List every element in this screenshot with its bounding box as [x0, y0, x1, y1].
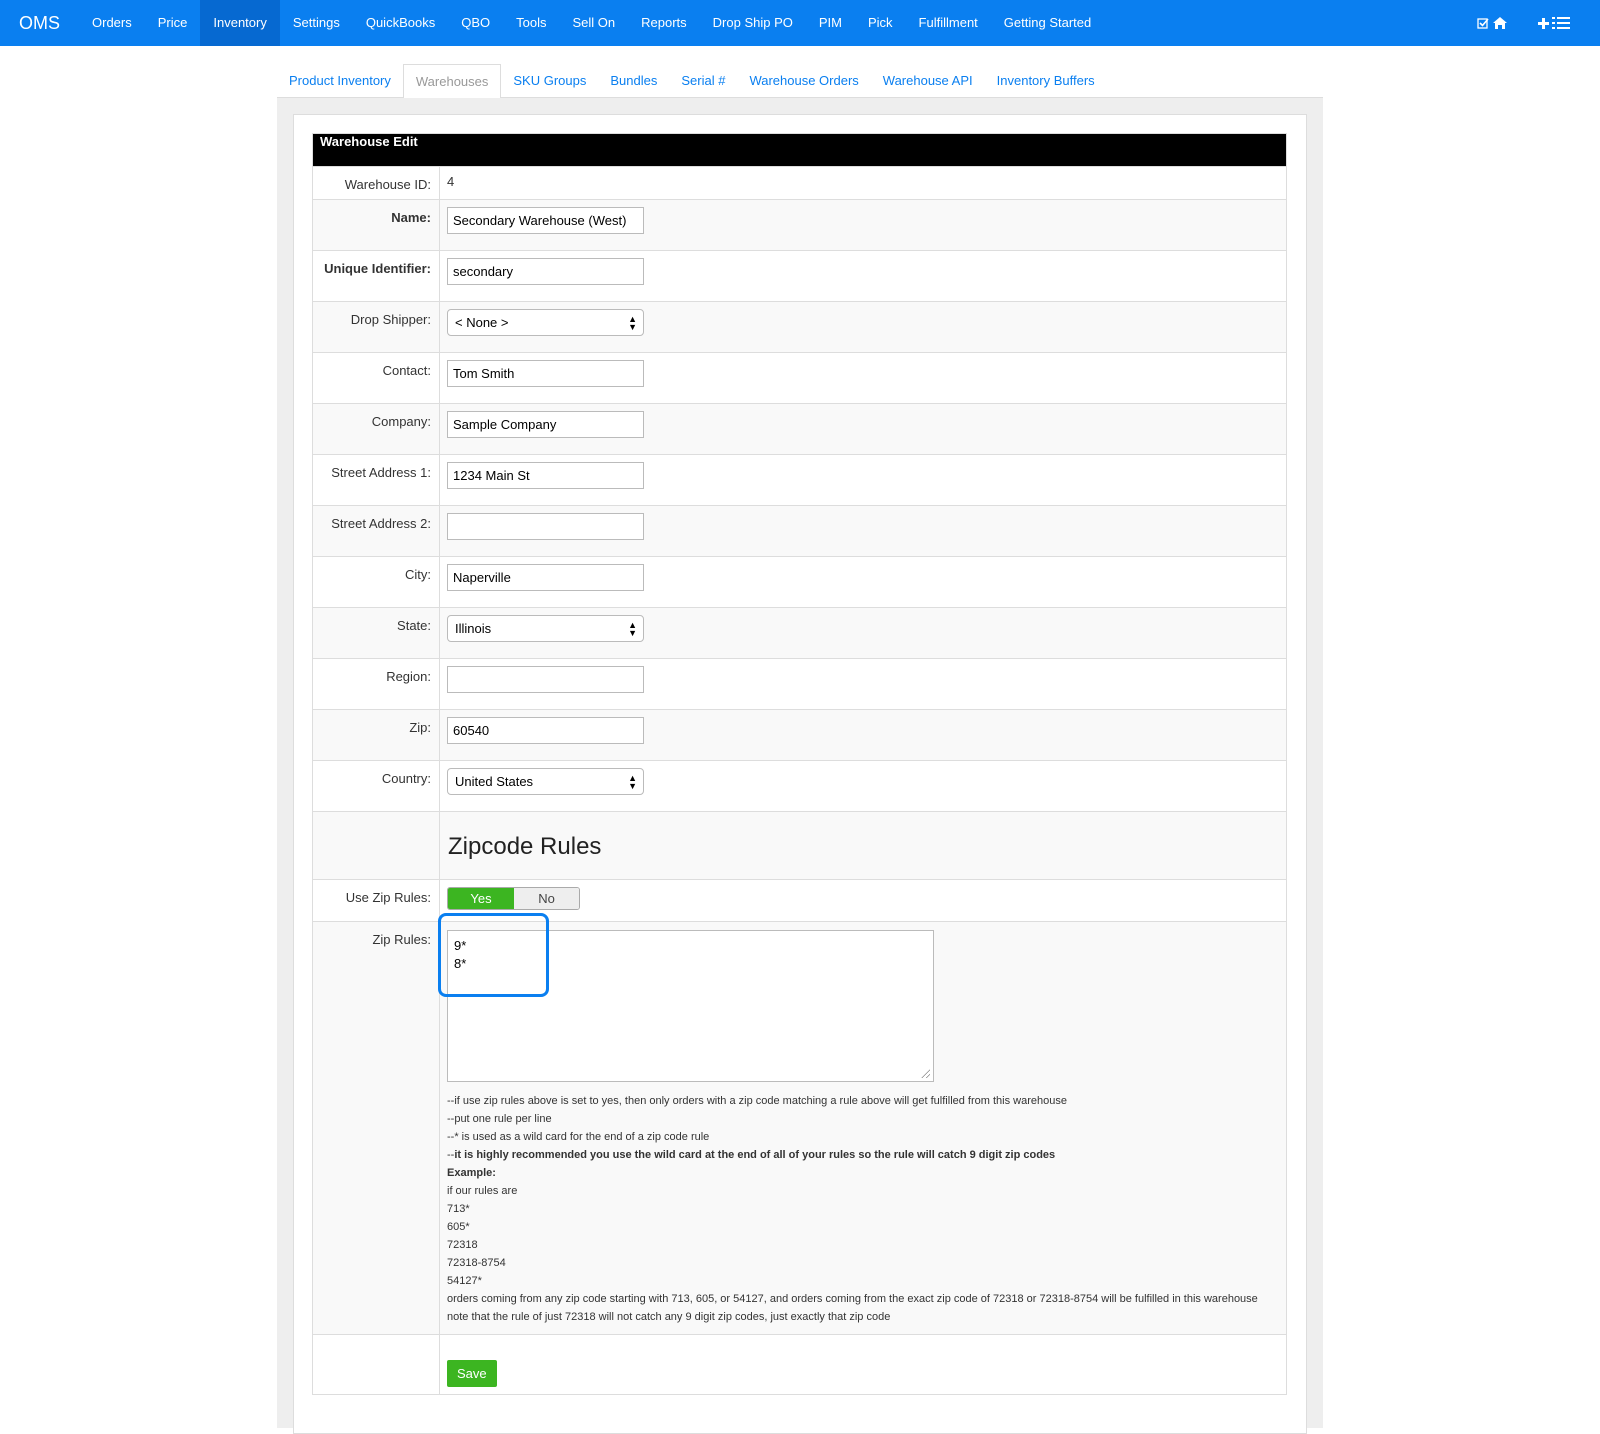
brand-logo[interactable]: OMS	[0, 0, 79, 46]
country-label: Country:	[312, 760, 440, 812]
company-input[interactable]	[447, 411, 644, 438]
nav-inventory[interactable]: Inventory	[200, 0, 280, 46]
tab-serial[interactable]: Serial #	[669, 64, 737, 98]
name-input[interactable]	[447, 207, 644, 234]
region-input[interactable]	[447, 666, 644, 693]
zip-rules-textarea[interactable]: 9* 8*	[447, 930, 934, 1082]
nav-pim[interactable]: PIM	[806, 0, 855, 46]
zipcode-rules-heading: Zipcode Rules	[448, 833, 602, 860]
contact-input[interactable]	[447, 360, 644, 387]
nav-getting-started[interactable]: Getting Started	[991, 0, 1104, 46]
example-rule: 72318-8754	[447, 1257, 506, 1269]
form-title: Warehouse Edit	[312, 133, 1287, 167]
city-input[interactable]	[447, 564, 644, 591]
inventory-subtabs: Product Inventory Warehouses SKU Groups …	[277, 64, 1323, 99]
save-button[interactable]: Save	[447, 1360, 497, 1387]
city-label: City:	[312, 556, 440, 608]
tab-product-inventory[interactable]: Product Inventory	[277, 64, 403, 98]
nav-orders[interactable]: Orders	[79, 0, 145, 46]
company-label: Company:	[312, 403, 440, 455]
street2-label: Street Address 2:	[312, 505, 440, 557]
top-navbar: OMS Orders Price Inventory Settings Quic…	[0, 0, 1600, 46]
nav-right-icons	[1477, 0, 1570, 46]
region-label: Region:	[312, 658, 440, 710]
state-value: Illinois	[455, 621, 492, 636]
use-zip-yes-option[interactable]: Yes	[448, 888, 514, 909]
help-explanation: orders coming from any zip code starting…	[447, 1293, 1258, 1305]
nav-quickbooks[interactable]: QuickBooks	[353, 0, 448, 46]
tab-warehouse-orders[interactable]: Warehouse Orders	[737, 64, 870, 98]
tab-bundles[interactable]: Bundles	[598, 64, 669, 98]
help-line: --* is used as a wild card for the end o…	[447, 1131, 710, 1143]
zip-label: Zip:	[312, 709, 440, 761]
example-rule: 713*	[447, 1203, 470, 1215]
warehouse-id-label: Warehouse ID:	[312, 166, 440, 200]
nav-price[interactable]: Price	[145, 0, 201, 46]
example-rule: 54127*	[447, 1275, 482, 1287]
nav-drop-ship-po[interactable]: Drop Ship PO	[700, 0, 806, 46]
zip-rules-label: Zip Rules:	[312, 921, 440, 1335]
nav-settings[interactable]: Settings	[280, 0, 353, 46]
nav-pick[interactable]: Pick	[855, 0, 906, 46]
tab-inventory-buffers[interactable]: Inventory Buffers	[985, 64, 1107, 98]
example-intro: if our rules are	[447, 1185, 518, 1197]
unique-identifier-input[interactable]	[447, 258, 644, 285]
country-select[interactable]: United States ▲ ▼	[447, 768, 644, 795]
zip-rules-wrapper: 9* 8*	[438, 913, 934, 1082]
country-value: United States	[455, 774, 534, 789]
warehouse-edit-form: Warehouse Edit Warehouse ID: 4 Name: Uni…	[312, 133, 1287, 1395]
tab-sku-groups[interactable]: SKU Groups	[501, 64, 598, 98]
zip-rules-help: --if use zip rules above is set to yes, …	[447, 1082, 1279, 1334]
street1-input[interactable]	[447, 462, 644, 489]
select-arrows-icon: ▲ ▼	[628, 772, 637, 791]
example-label: Example:	[447, 1167, 496, 1179]
list-icon	[1552, 17, 1570, 29]
help-line: --it is highly recommended you use the w…	[447, 1146, 1279, 1164]
street2-input[interactable]	[447, 513, 644, 540]
state-select[interactable]: Illinois ▲ ▼	[447, 615, 644, 642]
help-recommendation: it is highly recommended you use the wil…	[454, 1149, 1056, 1161]
name-label: Name:	[312, 199, 440, 251]
add-list-button[interactable]	[1538, 16, 1570, 30]
drop-shipper-select[interactable]: < None > ▲ ▼	[447, 309, 644, 336]
nav-reports[interactable]: Reports	[628, 0, 700, 46]
use-zip-rules-toggle[interactable]: Yes No	[447, 887, 580, 910]
select-arrows-icon: ▲ ▼	[628, 313, 637, 332]
check-icon	[1477, 18, 1489, 29]
example-rule: 605*	[447, 1221, 470, 1233]
uid-label: Unique Identifier:	[312, 250, 440, 302]
content-panel: Warehouse Edit Warehouse ID: 4 Name: Uni…	[277, 98, 1323, 1434]
form-container: Warehouse Edit Warehouse ID: 4 Name: Uni…	[293, 114, 1307, 1434]
help-note: note that the rule of just 72318 will no…	[447, 1311, 891, 1323]
zip-input[interactable]	[447, 717, 644, 744]
use-zip-no-option[interactable]: No	[514, 888, 579, 909]
example-rule: 72318	[447, 1239, 478, 1251]
nav-sell-on[interactable]: Sell On	[559, 0, 628, 46]
nav-qbo[interactable]: QBO	[448, 0, 503, 46]
street1-label: Street Address 1:	[312, 454, 440, 506]
contact-label: Contact:	[312, 352, 440, 404]
drop-shipper-value: < None >	[455, 315, 509, 330]
use-zip-rules-label: Use Zip Rules:	[312, 879, 440, 922]
tab-warehouse-api[interactable]: Warehouse API	[871, 64, 985, 98]
nav-fulfillment[interactable]: Fulfillment	[906, 0, 991, 46]
help-line: --put one rule per line	[447, 1113, 552, 1125]
nav-tools[interactable]: Tools	[503, 0, 559, 46]
home-icon	[1493, 17, 1507, 29]
plus-icon	[1538, 17, 1549, 29]
tasks-home-button[interactable]	[1477, 16, 1508, 30]
resize-handle-icon[interactable]	[921, 1069, 930, 1078]
state-label: State:	[312, 607, 440, 659]
tab-warehouses[interactable]: Warehouses	[402, 64, 502, 99]
drop-shipper-label: Drop Shipper:	[312, 301, 440, 353]
help-line: --if use zip rules above is set to yes, …	[447, 1095, 1067, 1107]
select-arrows-icon: ▲ ▼	[628, 619, 637, 638]
warehouse-id-value: 4	[439, 166, 1287, 200]
